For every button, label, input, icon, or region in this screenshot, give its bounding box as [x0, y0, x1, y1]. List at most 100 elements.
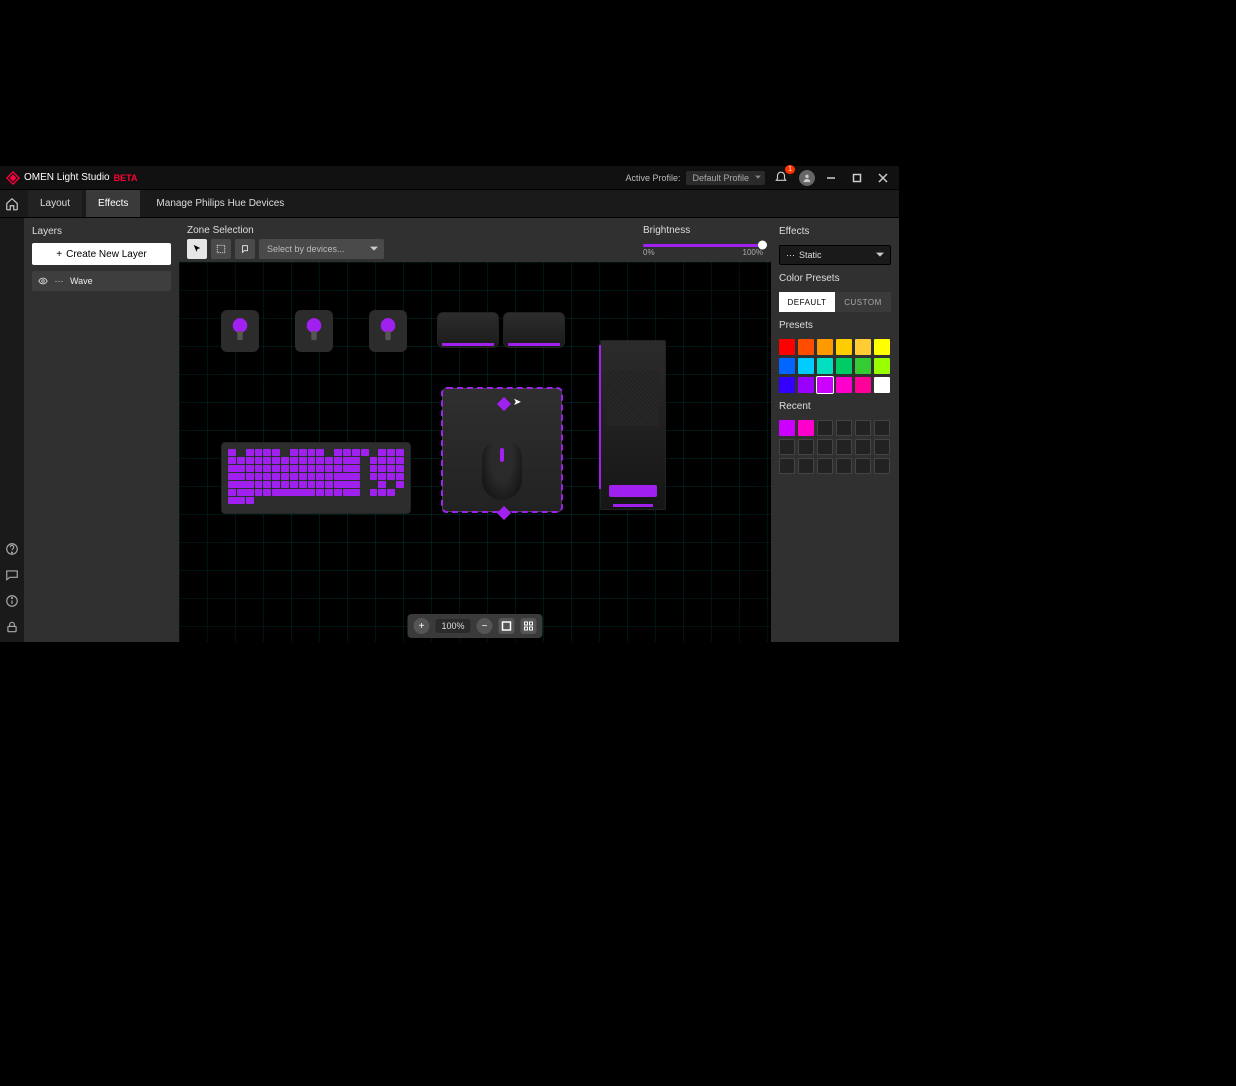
effects-panel: Effects ⋯ Static Color Presets DEFAULT C… [771, 218, 899, 642]
recent-color-swatch[interactable] [836, 439, 852, 455]
profile-dropdown[interactable]: Default Profile [686, 171, 765, 185]
preset-mode-segmented: DEFAULT CUSTOM [779, 292, 891, 312]
window-maximize-button[interactable] [847, 168, 867, 188]
device-mouse[interactable] [482, 440, 522, 500]
effect-type-dropdown[interactable]: ⋯ Static [779, 245, 891, 265]
preset-mode-default[interactable]: DEFAULT [779, 292, 835, 312]
help-icon[interactable] [5, 542, 19, 556]
recent-color-swatch[interactable] [836, 420, 852, 436]
device-monitor-2[interactable] [503, 312, 565, 348]
color-swatch[interactable] [874, 358, 890, 374]
led-node-handle[interactable] [497, 397, 511, 411]
device-bulb-2[interactable] [295, 310, 333, 352]
color-presets-title: Color Presets [779, 273, 891, 284]
marquee-tool[interactable] [211, 239, 231, 259]
feedback-icon[interactable] [5, 568, 19, 582]
home-button[interactable] [0, 190, 24, 217]
recent-color-swatch[interactable] [874, 439, 890, 455]
recent-color-swatch[interactable] [836, 458, 852, 474]
recent-color-swatch[interactable] [779, 458, 795, 474]
recent-color-swatch[interactable] [817, 420, 833, 436]
recent-color-swatch[interactable] [874, 420, 890, 436]
color-swatch[interactable] [836, 377, 852, 393]
presets-label: Presets [779, 320, 891, 331]
recent-color-swatch[interactable] [874, 458, 890, 474]
tab-bar: Layout Effects Manage Philips Hue Device… [0, 190, 899, 218]
color-swatch[interactable] [836, 358, 852, 374]
grid-toggle-button[interactable] [521, 618, 537, 634]
device-pc-tower[interactable] [600, 340, 666, 510]
color-swatch[interactable] [855, 339, 871, 355]
layer-options-icon[interactable]: ⋯ [54, 276, 64, 286]
zoom-in-button[interactable]: + [413, 618, 429, 634]
zoom-out-button[interactable]: − [477, 618, 493, 634]
keyboard-keys [228, 449, 404, 504]
preset-swatch-grid [779, 339, 891, 393]
device-bulb-3[interactable] [369, 310, 407, 352]
brightness-min: 0% [643, 248, 655, 257]
tab-layout[interactable]: Layout [28, 190, 82, 217]
recent-color-swatch[interactable] [798, 439, 814, 455]
window-minimize-button[interactable] [821, 168, 841, 188]
preset-mode-custom[interactable]: CUSTOM [835, 292, 891, 312]
mouse-led [500, 448, 504, 462]
zoom-controls: + 100% − [407, 614, 542, 638]
device-mousepad[interactable]: ➤ [442, 388, 562, 512]
create-layer-button[interactable]: + Create New Layer [32, 243, 171, 265]
recent-color-swatch[interactable] [817, 458, 833, 474]
color-swatch[interactable] [817, 358, 833, 374]
canvas-area[interactable]: ➤ [179, 262, 771, 642]
plus-icon: + [56, 249, 62, 260]
recent-color-swatch[interactable] [855, 458, 871, 474]
color-swatch[interactable] [817, 339, 833, 355]
color-swatch[interactable] [874, 339, 890, 355]
color-swatch[interactable] [836, 339, 852, 355]
window-close-button[interactable] [873, 168, 893, 188]
color-swatch[interactable] [817, 377, 833, 393]
active-profile-label: Active Profile: [625, 173, 680, 183]
lasso-tool[interactable] [235, 239, 255, 259]
app-window: OMEN Light Studio BETA Active Profile: D… [0, 166, 899, 642]
color-swatch[interactable] [798, 377, 814, 393]
center-panel: Zone Selection Brightness [179, 218, 771, 642]
color-swatch[interactable] [779, 358, 795, 374]
color-swatch[interactable] [779, 377, 795, 393]
color-swatch[interactable] [855, 358, 871, 374]
recent-color-swatch[interactable] [855, 420, 871, 436]
app-title: OMEN Light Studio [24, 172, 110, 183]
device-keyboard[interactable] [221, 442, 411, 514]
layer-row[interactable]: ⋯ Wave [32, 271, 171, 291]
layers-panel: Layers + Create New Layer ⋯ Wave [24, 218, 179, 642]
device-monitor-1[interactable] [437, 312, 499, 348]
lock-icon[interactable] [5, 620, 19, 634]
color-swatch[interactable] [798, 339, 814, 355]
color-swatch[interactable] [779, 339, 795, 355]
visibility-toggle-icon[interactable] [38, 276, 48, 286]
device-bulb-1[interactable] [221, 310, 259, 352]
recent-color-swatch[interactable] [855, 439, 871, 455]
recent-color-swatch[interactable] [798, 458, 814, 474]
device-select-dropdown[interactable]: Select by devices... [259, 239, 384, 259]
info-icon[interactable] [5, 594, 19, 608]
selection-pointer-tool[interactable] [187, 239, 207, 259]
notifications-button[interactable]: 1 [771, 168, 791, 188]
recent-color-swatch[interactable] [779, 420, 795, 436]
color-swatch[interactable] [874, 377, 890, 393]
color-swatch[interactable] [855, 377, 871, 393]
zone-selection-label: Zone Selection [187, 225, 254, 236]
color-swatch[interactable] [798, 358, 814, 374]
user-avatar[interactable] [799, 170, 815, 186]
recent-label: Recent [779, 401, 891, 412]
app-body: Layers + Create New Layer ⋯ Wave Zone Se… [0, 218, 899, 642]
recent-color-swatch[interactable] [779, 439, 795, 455]
tower-bottom-led [609, 485, 657, 497]
recent-color-swatch[interactable] [817, 439, 833, 455]
brightness-slider[interactable]: 0% 100% [643, 242, 763, 257]
create-layer-label: Create New Layer [66, 249, 147, 260]
effects-title: Effects [779, 226, 891, 237]
fit-to-screen-button[interactable] [499, 618, 515, 634]
tab-manage-hue[interactable]: Manage Philips Hue Devices [144, 190, 296, 217]
recent-color-swatch[interactable] [798, 420, 814, 436]
tower-base-led [613, 504, 653, 507]
tab-effects[interactable]: Effects [86, 190, 140, 217]
